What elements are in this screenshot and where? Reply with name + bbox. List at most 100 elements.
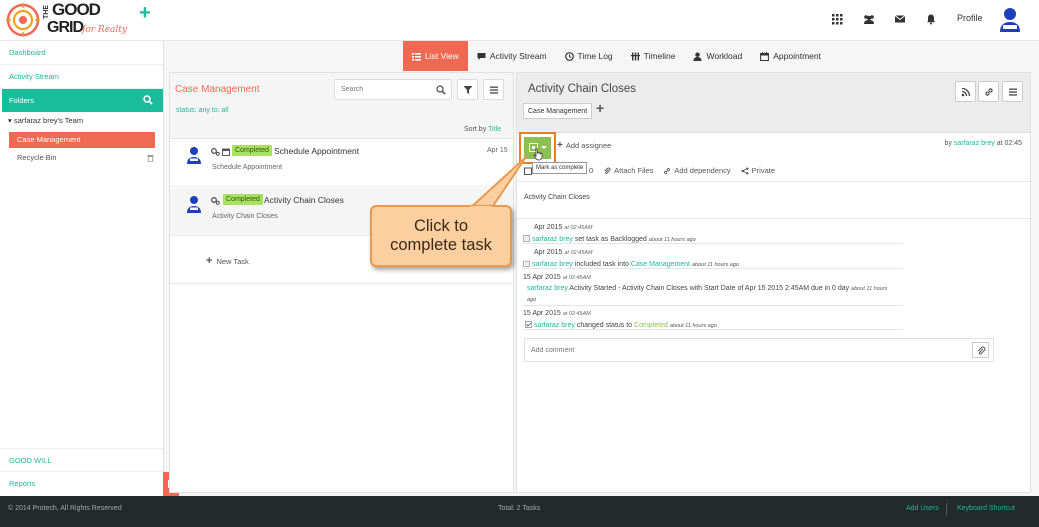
activity-entry: sarfaraz brey included task into Case Ma… (523, 260, 739, 268)
sidebar-item-reports[interactable]: Reports (0, 472, 163, 496)
view-tabs: List View Activity Stream Time Log Timel… (403, 41, 830, 71)
task-title[interactable]: Activity Chain Closes (264, 195, 344, 205)
activity-date-text: Apr 2015 (534, 224, 563, 231)
add-assignee-button[interactable]: + Add assignee (557, 140, 611, 151)
gears-icon (211, 148, 220, 156)
activity-user[interactable]: sarfaraz brey (534, 322, 575, 329)
task-description[interactable]: Activity Chain Closes (524, 194, 590, 201)
status-badge: Completed (232, 145, 272, 156)
filter-button[interactable] (457, 79, 478, 100)
activity-date-text: 15 Apr 2015 (523, 274, 561, 281)
add-users-link[interactable]: Add Users (906, 505, 939, 512)
task-subtitle: Activity Chain Closes (212, 213, 278, 220)
user-avatar-icon[interactable] (998, 6, 1022, 33)
calendar-icon (222, 148, 230, 156)
task-row[interactable]: Completed Schedule Appointment Schedule … (170, 139, 513, 187)
team-label: sarfaraz brey's Team (13, 116, 84, 125)
activity-entry-cont: ago (527, 296, 536, 303)
new-task-button[interactable]: + New Task (206, 255, 249, 267)
filter-icon (463, 86, 473, 94)
quick-add-button[interactable]: + (139, 3, 151, 23)
activity-user[interactable]: sarfaraz brey (532, 261, 573, 268)
activity-date-text: Apr 2015 (534, 249, 563, 256)
sort-by-value[interactable]: Title (488, 126, 501, 133)
task-list-header: Case Management status: any to: all Sort… (170, 73, 513, 139)
search-icon[interactable] (143, 95, 153, 105)
menu-icon (490, 86, 498, 94)
users-icon[interactable] (863, 13, 875, 25)
sidebar-team[interactable]: ▾ sarfaraz brey's Team (8, 116, 83, 125)
rss-button[interactable] (955, 81, 976, 102)
trash-icon[interactable] (147, 154, 154, 162)
app-window: THE GOOD GRID for Realty + Profile Dashb… (0, 0, 1039, 527)
link-button[interactable] (978, 81, 999, 102)
task-title[interactable]: Schedule Appointment (274, 146, 359, 156)
activity-time: at 02:45AM (564, 250, 593, 256)
edit-icon (523, 235, 530, 242)
detail-menu-button[interactable] (1002, 81, 1023, 102)
search-icon[interactable] (436, 85, 446, 95)
tab-time-log[interactable]: Time Log (556, 41, 622, 71)
sidebar-item-dashboard[interactable]: Dashboard (0, 41, 163, 65)
activity-user[interactable]: sarfaraz brey (527, 285, 568, 292)
pointer-hand-icon (533, 148, 543, 161)
bell-icon[interactable] (925, 13, 937, 25)
tab-timeline[interactable]: Timeline (622, 41, 685, 71)
divider (517, 218, 1030, 219)
folders-label: Folders (9, 96, 35, 105)
activity-entry: sarfaraz brey set task as Backlogged abo… (523, 235, 696, 243)
activity-text: changed status to (576, 322, 633, 329)
gears-icon (211, 197, 220, 205)
tab-list-view[interactable]: List View (403, 41, 468, 71)
activity-link[interactable]: Case Management (631, 261, 690, 268)
private-action[interactable]: Private (741, 165, 775, 176)
divider (946, 503, 947, 516)
tab-activity-stream[interactable]: Activity Stream (468, 41, 556, 71)
keyboard-shortcut-link[interactable]: Keyboard Shortcut (957, 505, 1015, 512)
attach-files-action[interactable]: Attach Files (603, 165, 653, 176)
profile-link[interactable]: Profile (957, 13, 983, 23)
created-time: at 02:45 (996, 140, 1022, 147)
clock-icon (564, 51, 574, 61)
envelope-icon[interactable] (894, 13, 906, 25)
tab-workload[interactable]: Workload (684, 41, 751, 71)
mark-complete-highlight (519, 132, 556, 164)
sidebar-item-recycle-bin[interactable]: Recycle Bin (17, 153, 57, 162)
add-dependency-action[interactable]: Add dependency (663, 165, 731, 176)
tab-label: Time Log (577, 51, 613, 61)
activity-text: set task as Backlogged (574, 236, 647, 243)
sidebar-item-case-management[interactable]: Case Management (9, 132, 155, 148)
due-date-action[interactable]: 0 (524, 165, 593, 176)
sort-by[interactable]: Sort by Title (464, 126, 501, 133)
sidebar-folders-header[interactable]: Folders (2, 89, 163, 112)
creator-link[interactable]: sarfaraz brey (954, 140, 995, 147)
sidebar-item-activity-stream[interactable]: Activity Stream (0, 65, 163, 89)
detail-title[interactable]: Activity Chain Closes (528, 83, 636, 95)
status-filter[interactable]: status: any to: all (176, 107, 229, 114)
sidebar-item-good-will[interactable]: GOOD WILL (0, 448, 163, 472)
list-menu-button[interactable] (483, 79, 504, 100)
search-input[interactable] (335, 80, 425, 99)
comment-input[interactable] (525, 339, 965, 361)
calendar-icon (760, 51, 770, 61)
grid-icon[interactable] (831, 13, 843, 25)
attach-comment-button[interactable] (972, 342, 989, 358)
activity-time: at 02:45AM (562, 275, 591, 281)
list-title: Case Management (175, 84, 260, 95)
calendar-icon (524, 167, 532, 175)
folder-tag[interactable]: Case Management (523, 103, 593, 119)
checkbox-checked-icon (525, 321, 532, 328)
callout-text: Click to complete task (372, 217, 510, 255)
activity-date: 15 Apr 2015 at 02:45AM (523, 274, 591, 281)
sort-by-prefix: Sort by (464, 126, 487, 133)
activity-date-text: 15 Apr 2015 (523, 310, 561, 317)
activity-date: Apr 2015 at 02:45AM (534, 224, 593, 231)
brand-logo[interactable]: THE GOOD GRID for Realty (6, 0, 128, 39)
activity-text: Activity Started - Activity Chain Closes… (569, 285, 850, 292)
menu-icon (1009, 88, 1017, 96)
activity-user[interactable]: sarfaraz brey (532, 236, 573, 243)
add-tag-button[interactable]: + (596, 100, 604, 116)
divider (170, 283, 513, 284)
tab-appointment[interactable]: Appointment (751, 41, 830, 71)
tab-label: Workload (706, 51, 743, 61)
